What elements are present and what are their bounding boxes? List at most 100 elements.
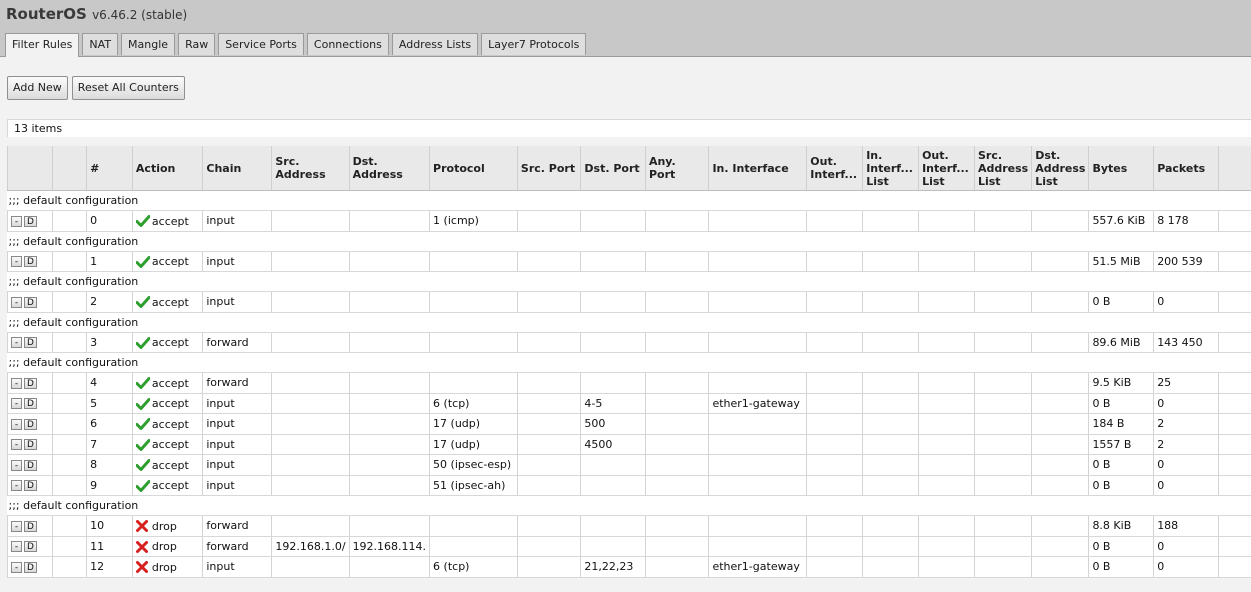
- disable-rule-button[interactable]: D: [24, 296, 37, 308]
- remove-rule-button[interactable]: -: [11, 337, 22, 349]
- rule-src-address: [271, 251, 350, 272]
- rule-in-interface: [708, 515, 807, 537]
- comment-text: ;;; default configuration: [7, 312, 1251, 333]
- rule-src-address-list: [973, 434, 1032, 455]
- rule-in-interface-list: [862, 332, 919, 353]
- header-in-interface[interactable]: In. Interface: [708, 146, 807, 191]
- header-packets[interactable]: Packets: [1153, 146, 1219, 191]
- tab-raw[interactable]: Raw: [178, 33, 216, 55]
- add-new-button[interactable]: Add New: [7, 76, 68, 100]
- header-any-port[interactable]: Any. Port: [644, 146, 709, 191]
- row-controls: -D: [7, 393, 53, 414]
- rule-in-interface: [708, 251, 807, 272]
- remove-rule-button[interactable]: -: [11, 418, 22, 430]
- rule-row[interactable]: - D 8 accept input 50 (ipsec-esp) 0 B0: [7, 454, 1251, 476]
- tab-nat[interactable]: NAT: [82, 33, 119, 55]
- tab-connections[interactable]: Connections: [306, 33, 389, 55]
- header-in-interface-list[interactable]: In. Interf... List: [862, 146, 919, 191]
- rule-row[interactable]: - D 9 accept input 51 (ipsec-ah) 0 B0: [7, 475, 1251, 496]
- rule-any-port: [644, 536, 709, 557]
- rule-action: drop: [131, 515, 203, 537]
- item-count: 13 items: [7, 119, 1251, 137]
- tab-service-ports[interactable]: Service Ports: [218, 33, 304, 55]
- rule-src-address-list: [973, 251, 1032, 272]
- rule-dst-address-list: [1031, 332, 1089, 353]
- disable-rule-button[interactable]: D: [24, 520, 37, 532]
- comment-row: ;;; default configuration: [7, 495, 1251, 516]
- rule-row[interactable]: - D 10 drop forward 8.8 KiB 188: [7, 515, 1251, 537]
- remove-rule-button[interactable]: -: [11, 439, 22, 451]
- rule-row[interactable]: - D 3 accept forward 89.6 MiB 143 450: [7, 332, 1251, 353]
- rule-in-interface: [708, 372, 807, 394]
- remove-rule-button[interactable]: -: [11, 561, 22, 573]
- rule-in-interface-list: [862, 536, 919, 557]
- remove-rule-button[interactable]: -: [11, 256, 22, 268]
- trailing-cell: [1217, 413, 1251, 435]
- rule-row[interactable]: - D 5 accept input 6 (tcp) 4-5 ether1-gateway 0 …: [7, 393, 1251, 414]
- remove-rule-button[interactable]: -: [11, 377, 22, 389]
- rule-row[interactable]: - D 1 accept input 51.5 MiB 200 539: [7, 251, 1251, 272]
- remove-rule-button[interactable]: -: [11, 480, 22, 492]
- rule-row[interactable]: - D 6 accept input 17 (udp) 500 184 B2: [7, 413, 1251, 435]
- header-chain[interactable]: Chain: [202, 146, 272, 191]
- header-out-interface[interactable]: Out. Interf...: [806, 146, 863, 191]
- comment-row: ;;; default configuration: [7, 271, 1251, 292]
- header-dst-port[interactable]: Dst. Port: [580, 146, 646, 191]
- tab-layer7-protocols[interactable]: Layer7 Protocols: [481, 33, 587, 55]
- header-dst-address-list[interactable]: Dst. Address List: [1031, 146, 1089, 191]
- rule-src-address: [271, 332, 350, 353]
- rule-action: accept: [131, 291, 203, 313]
- rule-out-interface: [806, 251, 863, 272]
- header-src-address-list[interactable]: Src. Address List: [973, 146, 1032, 191]
- tab-mangle[interactable]: Mangle: [121, 33, 176, 55]
- remove-rule-button[interactable]: -: [11, 541, 22, 553]
- tab-filter-rules[interactable]: Filter Rules: [5, 33, 80, 57]
- disable-rule-button[interactable]: D: [24, 480, 37, 492]
- check-icon: [135, 296, 150, 308]
- rule-row[interactable]: - D 4 accept forward 9.5 KiB 25: [7, 372, 1251, 394]
- rule-protocol: 6 (tcp): [429, 556, 518, 578]
- rule-row[interactable]: - D 11 drop forward 192.168.1.0/192.168.114. 0…: [7, 536, 1251, 557]
- rule-row[interactable]: - D 12 drop input 6 (tcp) 21,22,23 ether1-gatew…: [7, 556, 1251, 578]
- disable-rule-button[interactable]: D: [24, 337, 37, 349]
- rule-bytes: 9.5 KiB: [1088, 372, 1154, 394]
- row-controls: -D: [7, 372, 53, 394]
- header-src-port[interactable]: Src. Port: [516, 146, 581, 191]
- disable-rule-button[interactable]: D: [24, 418, 37, 430]
- disable-rule-button[interactable]: D: [24, 459, 37, 471]
- blank-cell: [51, 251, 87, 272]
- remove-rule-button[interactable]: -: [11, 398, 22, 410]
- disable-rule-button[interactable]: D: [24, 541, 37, 553]
- disable-rule-button[interactable]: D: [24, 215, 37, 227]
- rule-action: accept: [131, 210, 203, 232]
- rule-out-interface-list: [918, 251, 975, 272]
- header-bytes[interactable]: Bytes: [1088, 146, 1154, 191]
- rule-src-address: 192.168.1.0/: [271, 536, 350, 557]
- header-dst-address[interactable]: Dst. Address: [348, 146, 430, 191]
- reset-all-counters-button[interactable]: Reset All Counters: [71, 76, 185, 100]
- disable-rule-button[interactable]: D: [24, 377, 37, 389]
- disable-rule-button[interactable]: D: [24, 439, 37, 451]
- remove-rule-button[interactable]: -: [11, 520, 22, 532]
- header-out-interface-list[interactable]: Out. Interf... List: [918, 146, 975, 191]
- rule-in-interface-list: [862, 251, 919, 272]
- header-num[interactable]: #: [86, 146, 133, 191]
- disable-rule-button[interactable]: D: [24, 256, 37, 268]
- rule-packets: 2: [1153, 434, 1219, 455]
- rule-row[interactable]: - D 7 accept input 17 (udp) 4500 1557 B2: [7, 434, 1251, 455]
- tab-address-lists[interactable]: Address Lists: [391, 33, 479, 55]
- blank-cell: [51, 291, 87, 313]
- rule-out-interface: [806, 332, 863, 353]
- header-protocol[interactable]: Protocol: [429, 146, 518, 191]
- header-src-address[interactable]: Src. Address: [271, 146, 350, 191]
- disable-rule-button[interactable]: D: [24, 398, 37, 410]
- rule-row[interactable]: - D 2 accept input 0 B0: [7, 291, 1251, 313]
- rule-row[interactable]: - D 0 accept input 1 (icmp) 557.6 KiB 8 178: [7, 210, 1251, 232]
- rule-src-address-list: [973, 413, 1032, 435]
- remove-rule-button[interactable]: -: [11, 296, 22, 308]
- header-action[interactable]: Action: [131, 146, 203, 191]
- disable-rule-button[interactable]: D: [24, 561, 37, 573]
- comment-text: ;;; default configuration: [7, 271, 1251, 292]
- remove-rule-button[interactable]: -: [11, 459, 22, 471]
- remove-rule-button[interactable]: -: [11, 215, 22, 227]
